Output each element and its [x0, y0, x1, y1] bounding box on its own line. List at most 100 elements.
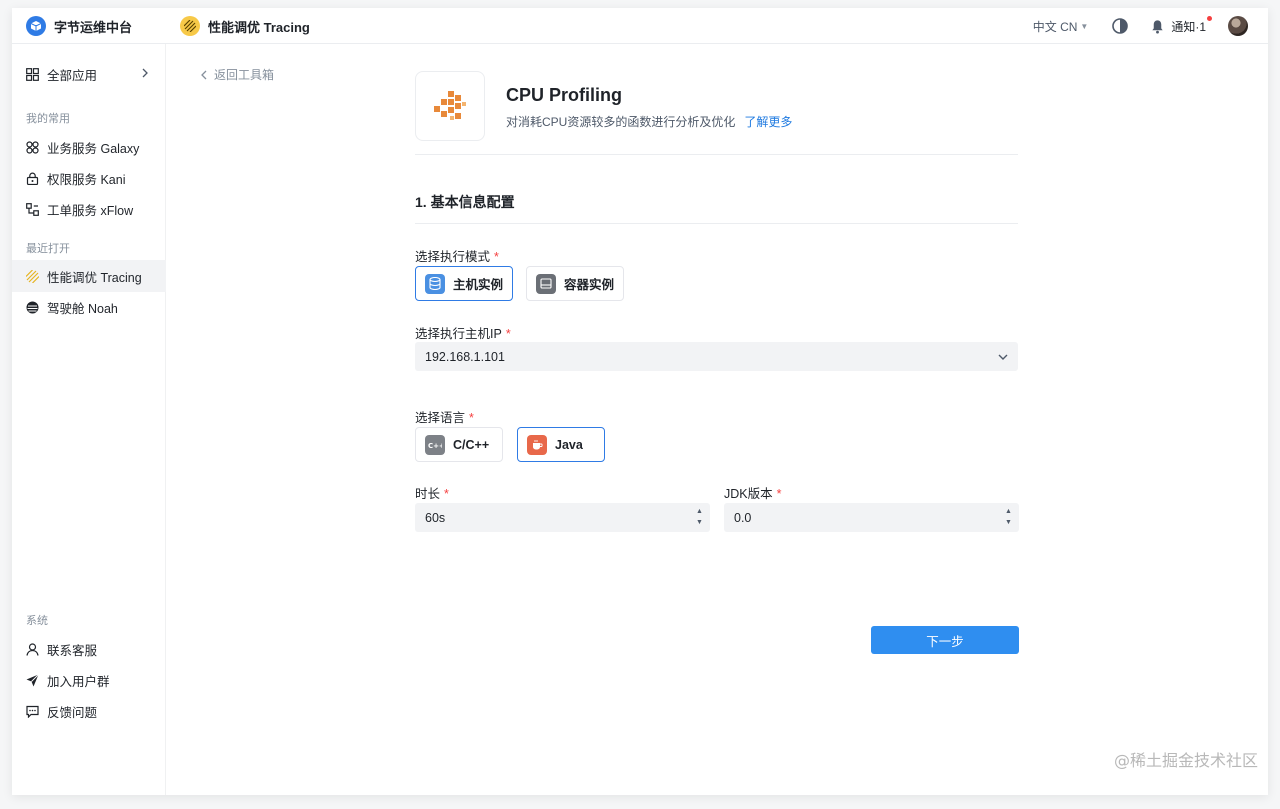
jdk-stepper[interactable]: ▲ ▼ [1005, 508, 1013, 527]
cluster-icon [26, 140, 39, 154]
mode-label-text: 选择执行模式 [415, 250, 491, 264]
option-label: 容器实例 [564, 278, 615, 292]
duration-label-text: 时长 [415, 487, 441, 501]
notifications-button[interactable]: 通知·1 [1150, 15, 1212, 35]
top-right-controls: 中文 CN ▼ 通知·1 [1033, 15, 1248, 37]
page-title: CPU Profiling [506, 85, 622, 105]
app-title: 性能调优 Tracing [208, 19, 310, 35]
mode-option-container[interactable]: 容器实例 [526, 266, 624, 301]
sidebar-item-join-group[interactable]: 加入用户群 [12, 664, 166, 696]
app-window: 字节运维中台 性能调优 Tracing 中文 CN ▼ 通知·1 全部应用 我的… [12, 8, 1268, 795]
duration-input[interactable]: 60s ▲ ▼ [415, 503, 710, 532]
avatar[interactable] [1228, 16, 1248, 36]
duration-stepper[interactable]: ▲ ▼ [696, 508, 704, 527]
user-icon [26, 642, 39, 656]
sidebar-item-label: 驾驶舱 Noah [47, 301, 118, 316]
jdk-version-input[interactable]: 0.0 ▲ ▼ [724, 503, 1019, 532]
section-title: 1. 基本信息配置 [415, 194, 515, 210]
option-label: Java [555, 437, 583, 452]
database-icon [425, 273, 445, 294]
increment-arrow-icon[interactable]: ▲ [696, 508, 704, 516]
chevron-down-icon [998, 354, 1008, 360]
language-option-cpp[interactable]: C++ C/C++ [415, 427, 503, 462]
sidebar-item-label: 全部应用 [47, 68, 98, 83]
caret-down-icon: ▼ [1080, 21, 1089, 31]
cpu-profiling-logo [415, 71, 485, 141]
increment-arrow-icon[interactable]: ▲ [1005, 508, 1013, 516]
mode-label: 选择执行模式 * [415, 246, 499, 265]
sidebar-item-kani[interactable]: 权限服务 Kani [12, 162, 166, 194]
sidebar-item-label: 权限服务 Kani [47, 172, 126, 187]
flow-icon [26, 202, 39, 216]
host-ip-select[interactable]: 192.168.1.101 [415, 342, 1018, 371]
host-ip-value: 192.168.1.101 [425, 349, 505, 364]
container-icon [536, 273, 556, 294]
jdk-label: JDK版本 * [724, 483, 782, 502]
cpu-profiling-icon [434, 91, 466, 120]
cpp-icon: C++ [425, 434, 445, 455]
svg-text:C++: C++ [428, 442, 442, 450]
required-mark: * [469, 411, 474, 425]
language-option-java[interactable]: Java [517, 427, 605, 462]
page-description: 对消耗CPU资源较多的函数进行分析及优化 了解更多 [506, 113, 792, 130]
section-title-system: 系统 [26, 615, 48, 627]
next-step-button[interactable]: 下一步 [871, 626, 1019, 654]
notifications-label: 通知·1 [1171, 19, 1206, 34]
notification-dot [1207, 15, 1212, 21]
sidebar-item-label: 工单服务 xFlow [47, 203, 134, 218]
chevron-left-icon [201, 70, 207, 79]
theme-toggle-icon[interactable] [1112, 18, 1129, 34]
mode-option-host[interactable]: 主机实例 [415, 266, 513, 301]
sidebar-item-label: 反馈问题 [47, 705, 98, 720]
back-to-toolbox-link[interactable]: 返回工具箱 [200, 66, 274, 83]
sidebar: 全部应用 我的常用 业务服务 Galaxy 权限服务 Kani 工单服务 xFl… [12, 44, 166, 795]
option-label: 主机实例 [453, 278, 504, 292]
noah-icon [26, 301, 39, 314]
host-ip-label-text: 选择执行主机IP [415, 327, 502, 341]
description-text: 对消耗CPU资源较多的函数进行分析及优化 [506, 115, 736, 129]
section-divider [415, 223, 1018, 224]
sidebar-item-tracing[interactable]: 性能调优 Tracing [12, 260, 166, 292]
lock-icon [26, 172, 39, 185]
sidebar-item-contact-support[interactable]: 联系客服 [12, 633, 166, 665]
watermark: @稀土掘金技术社区 [1113, 751, 1258, 770]
send-icon [26, 673, 39, 687]
sidebar-item-xflow[interactable]: 工单服务 xFlow [12, 193, 166, 225]
section-title-recent: 最近打开 [26, 243, 70, 255]
required-mark: * [494, 250, 499, 264]
grid-icon [26, 67, 39, 81]
host-ip-label: 选择执行主机IP * [415, 323, 511, 342]
sidebar-item-all-apps[interactable]: 全部应用 [12, 58, 166, 90]
java-icon [527, 434, 547, 455]
tracing-logo-icon [180, 16, 200, 36]
brand-name: 字节运维中台 [54, 19, 133, 35]
sidebar-item-label: 加入用户群 [47, 674, 110, 689]
sidebar-item-label: 联系客服 [47, 643, 98, 658]
sidebar-item-label: 业务服务 Galaxy [47, 141, 140, 156]
sidebar-item-galaxy[interactable]: 业务服务 Galaxy [12, 131, 166, 163]
back-label: 返回工具箱 [214, 68, 275, 82]
sidebar-item-label: 性能调优 Tracing [47, 270, 142, 285]
decrement-arrow-icon[interactable]: ▼ [696, 519, 704, 527]
top-bar: 字节运维中台 性能调优 Tracing 中文 CN ▼ 通知·1 [12, 8, 1268, 44]
sidebar-item-feedback[interactable]: 反馈问题 [12, 695, 166, 727]
brand-logo-icon [26, 16, 46, 36]
section-title-favorites: 我的常用 [26, 113, 70, 125]
sidebar-item-noah[interactable]: 驾驶舱 Noah [12, 291, 166, 323]
option-label: C/C++ [453, 437, 490, 452]
language-label: 选择语言 * [415, 407, 474, 426]
language-switcher[interactable]: 中文 CN ▼ [1033, 18, 1089, 35]
learn-more-link[interactable]: 了解更多 [744, 113, 792, 130]
decrement-arrow-icon[interactable]: ▼ [1005, 519, 1013, 527]
duration-label: 时长 * [415, 483, 449, 502]
required-mark: * [505, 327, 511, 341]
message-icon [26, 705, 39, 718]
required-mark: * [776, 487, 782, 501]
current-app[interactable]: 性能调优 Tracing [180, 15, 310, 37]
bell-icon [1152, 19, 1163, 34]
tracing-icon [26, 269, 39, 283]
header-divider [415, 154, 1018, 155]
jdk-label-text: JDK版本 [724, 487, 773, 501]
duration-value: 60s [425, 510, 446, 525]
brand[interactable]: 字节运维中台 [26, 15, 132, 37]
